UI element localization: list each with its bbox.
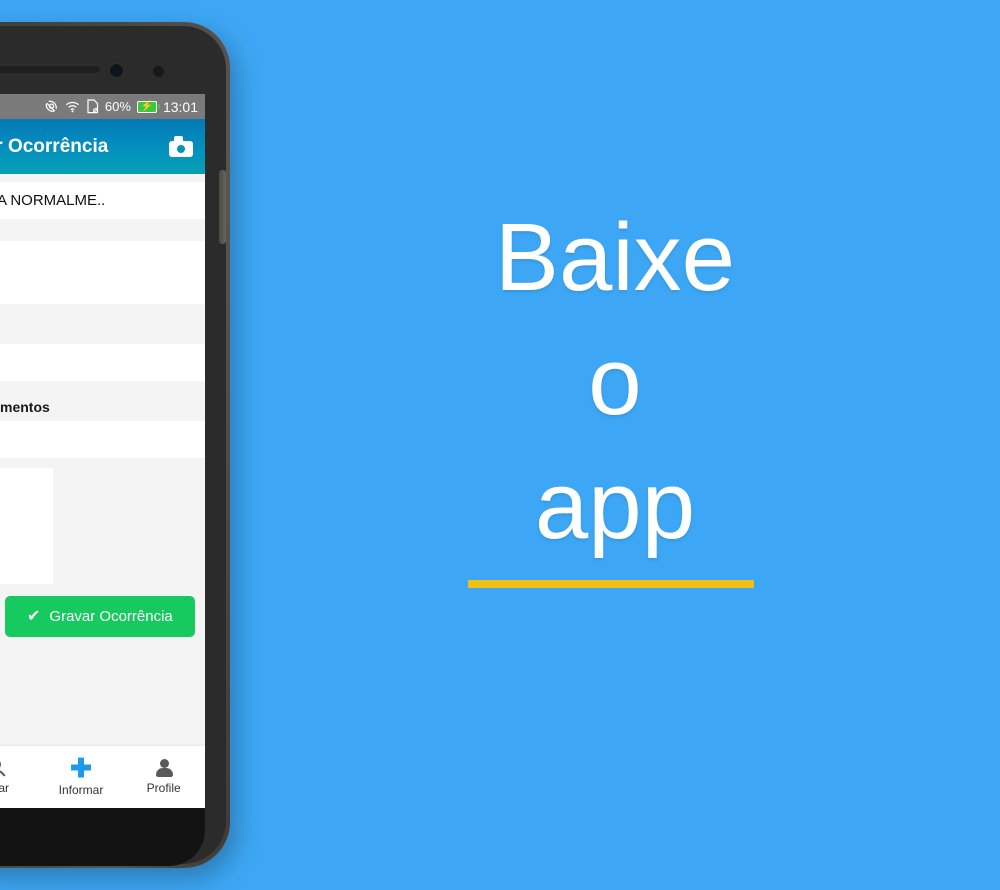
promo-headline: Baixe o app [400,196,830,568]
sdcard-off-icon [86,99,99,114]
nav-label-procurar: urar [0,781,9,795]
nav-label-profile: Profile [146,781,181,795]
battery-percent-label: 60% [104,99,131,114]
phone-mockup: 60% ⚡ 13:01 trar Ocorrência ZADA NORMALM… [0,22,230,868]
documents-label: Documentos [0,393,205,421]
promo-line-2: o [588,328,642,435]
form-actions: tura ✔ Gravar Ocorrência [0,584,205,647]
signature-box[interactable] [0,468,53,584]
status-bar: 60% ⚡ 13:01 [0,94,205,119]
promo-underline-rule [468,580,754,588]
quantity-input[interactable]: 53 [0,344,205,381]
phone-bottom-chin [0,808,205,866]
status-input[interactable]: ZADA NORMALME.. [0,182,205,219]
nfc-icon [44,99,59,114]
save-occurrence-label: Gravar Ocorrência [49,608,173,625]
nav-item-procurar[interactable]: urar [0,759,40,795]
form-spacer-1 [0,219,205,241]
nav-label-informar: Informar [58,782,104,797]
wifi-icon [65,100,80,114]
person-icon [155,759,173,777]
observation-input[interactable]: ação [0,241,205,304]
occurrence-form: ZADA NORMALME.. ação a: 53 Documentos [0,174,205,647]
check-icon: ✔ [27,607,41,625]
battery-charging-icon: ⚡ [136,100,160,113]
form-spacer-3 [0,381,205,393]
bottom-navigation: urar ✚ Informar Profile [0,746,205,808]
signature-area[interactable] [0,458,205,584]
promo-line-3: app [534,452,696,559]
front-camera-icon [108,62,125,79]
signature-ink-icon [0,474,53,584]
quantity-label: a: [0,316,205,344]
promo-line-1: Baixe [494,204,736,311]
nav-item-informar[interactable]: ✚ Informar [40,752,123,797]
clock-label: 13:01 [162,98,198,115]
search-icon [0,759,7,777]
proximity-sensor-icon [153,66,164,77]
documents-input[interactable] [0,421,205,458]
power-button[interactable] [219,170,226,244]
app-bar: trar Ocorrência [0,119,205,174]
nav-item-profile[interactable]: Profile [122,759,205,795]
phone-screen: 60% ⚡ 13:01 trar Ocorrência ZADA NORMALM… [0,94,205,808]
camera-icon[interactable] [169,136,193,157]
earpiece-speaker-icon [0,66,100,73]
save-occurrence-button[interactable]: ✔ Gravar Ocorrência [5,596,195,637]
plus-icon: ✚ [70,752,92,783]
app-bar-title: trar Ocorrência [0,135,109,157]
form-spacer-2 [0,304,205,316]
